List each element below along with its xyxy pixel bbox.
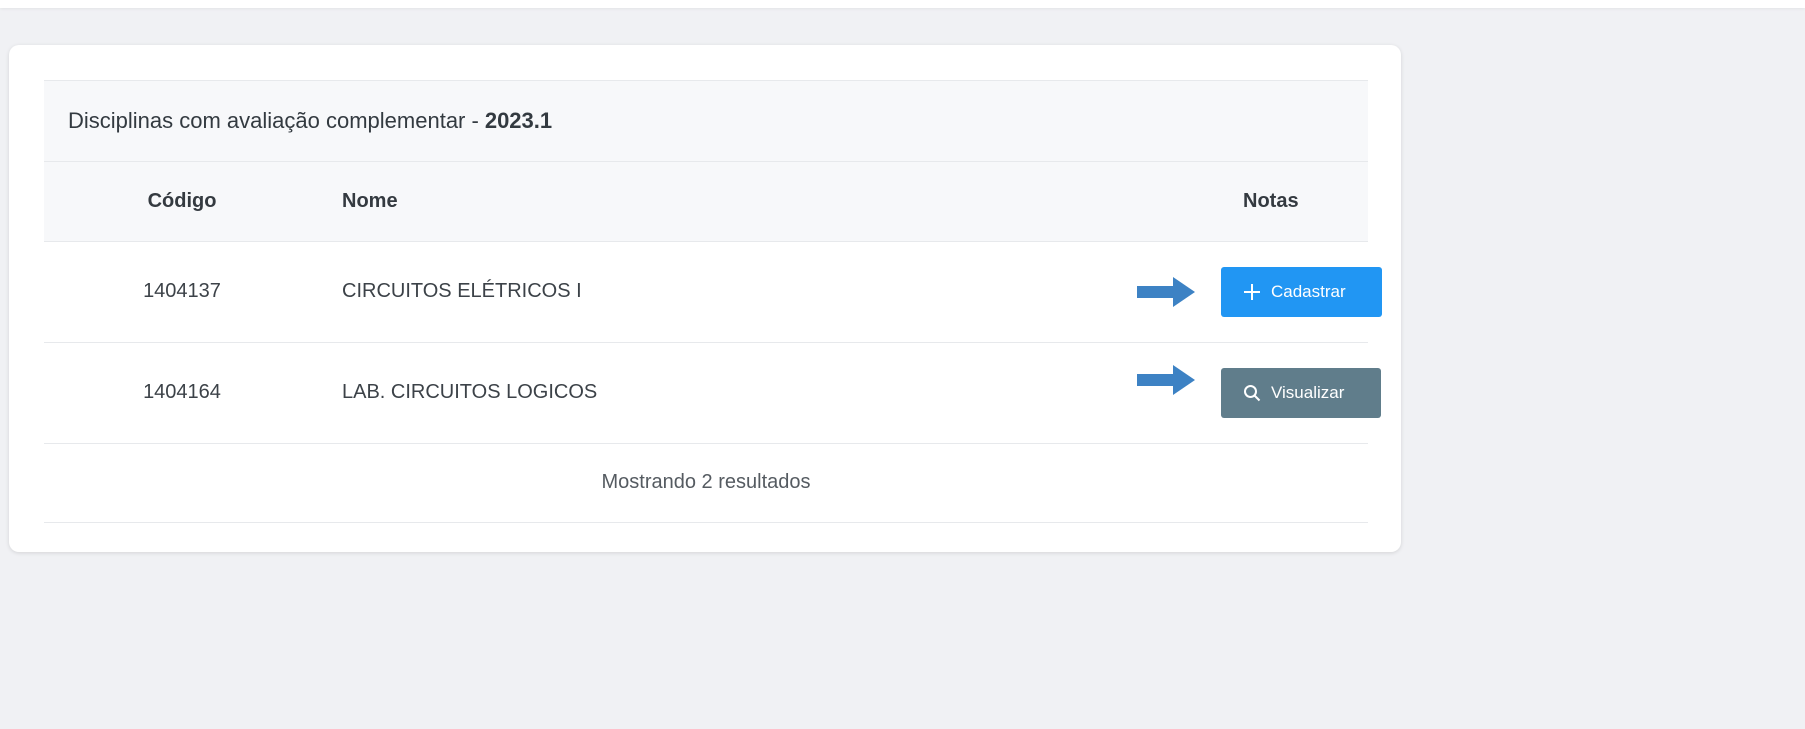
panel-header: Disciplinas com avaliação complementar -…	[44, 80, 1368, 162]
register-grades-button-label: Cadastrar	[1271, 281, 1346, 301]
row-code: 1404164	[143, 381, 221, 403]
arrow-right-icon	[1137, 276, 1195, 307]
table-row: 1404164 LAB. CIRCUITOS LOGICOS Visualiza…	[44, 342, 1381, 443]
results-footer: Mostrando 2 resultados	[44, 444, 1368, 523]
panel-title: Disciplinas com avaliação complementar -	[68, 108, 479, 133]
search-icon	[1243, 384, 1261, 402]
panel-title-year: 2023.1	[484, 108, 553, 133]
column-header-code: Código	[147, 189, 217, 212]
content-card: Disciplinas com avaliação complementar -…	[9, 45, 1401, 552]
row-name: CIRCUITOS ELÉTRICOS I	[342, 280, 582, 302]
row-code: 1404137	[143, 280, 221, 302]
column-header-name: Nome	[342, 189, 398, 212]
column-header-notes: Notas	[1243, 189, 1299, 212]
disciplines-panel: Disciplinas com avaliação complementar -…	[44, 80, 1382, 523]
row-name: LAB. CIRCUITOS LOGICOS	[342, 381, 598, 403]
arrow-right-icon	[1137, 364, 1195, 395]
register-grades-button[interactable]: Cadastrar	[1221, 266, 1382, 317]
plus-icon	[1243, 283, 1261, 301]
table-row: 1404137 CIRCUITOS ELÉTRICOS I Cadastrar	[44, 241, 1382, 342]
top-bar	[0, 0, 1805, 8]
view-grades-button-label: Visualizar	[1271, 382, 1345, 402]
table-header-row: Código Nome Notas	[44, 162, 1368, 241]
results-count: Mostrando 2 resultados	[601, 471, 811, 493]
disciplines-table: Código Nome Notas 1404137 CIRCUITOS ELÉT…	[44, 162, 1382, 444]
view-grades-button[interactable]: Visualizar	[1221, 367, 1381, 418]
